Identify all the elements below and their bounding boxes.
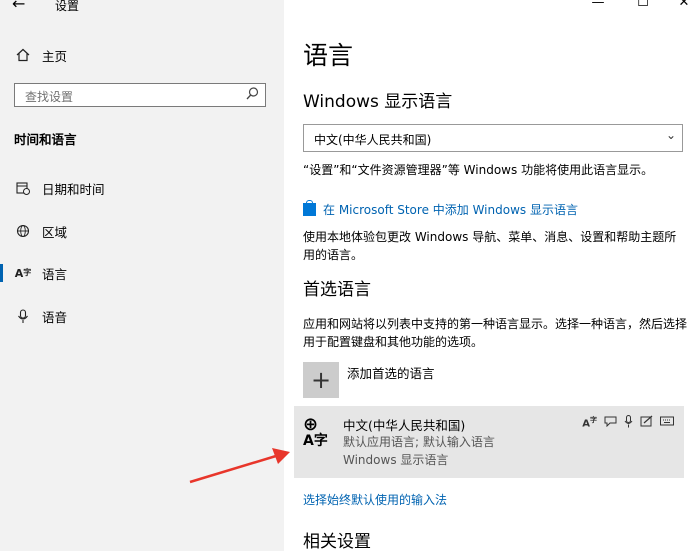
add-language-button[interactable]: + [303,362,339,398]
plus-icon: + [310,366,332,394]
language-icon: A字 [14,266,32,280]
globe-region-icon [14,224,32,238]
section-title: 时间和语言 [14,132,77,147]
keyboard-icon [660,415,674,431]
store-icon [303,200,316,216]
calendar-clock-icon [14,181,32,195]
sidebar-item-language[interactable]: A字 语言 [14,262,67,284]
search-icon[interactable] [246,87,259,104]
language-feature-icons: A字 [582,415,674,431]
sidebar-item-speech[interactable]: 语音 [14,305,67,327]
minimize-button[interactable]: — [588,0,608,10]
speech-icon [604,415,617,431]
store-link[interactable]: 在 Microsoft Store 中添加 Windows 显示语言 [303,200,688,219]
related-settings-heading: 相关设置 [303,532,371,552]
preferred-languages-note: 应用和网站将以列表中支持的第一种语言显示。选择一种语言，然后选择用于配置键盘和其… [303,317,688,349]
close-button[interactable]: ✕ [674,0,694,10]
sidebar-item-region[interactable]: 区域 [14,220,67,242]
maximize-button[interactable]: ☐ [633,0,653,10]
input-method-link[interactable]: 选择始终默认使用的输入法 [303,491,688,509]
display-language-dropdown[interactable]: 中文(中华人民共和国) ⌄ [303,124,683,152]
search-input[interactable]: 查找设置 [14,83,266,107]
display-language-heading: Windows 显示语言 [303,92,453,112]
selected-indicator [0,264,3,282]
display-language-icon: A字 [582,416,597,430]
page-title: 语言 [303,41,354,70]
main-content: — ☐ ✕ 语言 Windows 显示语言 中文(中华人民共和国) ⌄ “设置”… [284,0,700,552]
language-glyph-icon: ⊕ A字 [303,414,328,450]
handwriting-icon [640,415,653,431]
store-link-text[interactable]: 在 Microsoft Store 中添加 Windows 显示语言 [323,203,578,217]
microphone-icon [624,415,633,431]
sidebar-item-label: 语言 [42,266,68,282]
language-detail-2: Windows 显示语言 [343,453,449,467]
back-arrow-icon[interactable]: ← [12,0,25,13]
microphone-icon [14,308,32,324]
search-placeholder: 查找设置 [25,90,74,104]
annotation-arrow [189,448,290,484]
sidebar-item-home[interactable]: 主页 [14,44,67,66]
chevron-down-icon: ⌄ [665,128,676,142]
language-list-item[interactable]: ⊕ A字 中文(中华人民共和国) 默认应用语言; 默认输入语言 Windows … [294,406,684,478]
sidebar-item-label: 主页 [42,48,68,64]
sidebar-item-date-time[interactable]: 日期和时间 [14,177,105,199]
home-icon [14,48,32,62]
add-language-label[interactable]: 添加首选的语言 [347,363,435,382]
store-note: 使用本地体验包更改 Windows 导航、菜单、消息、设置和帮助主题所用的语言。 [303,230,677,262]
dropdown-value: 中文(中华人民共和国) [314,133,432,147]
display-language-note: “设置”和“文件资源管理器”等 Windows 功能将使用此语言显示。 [303,163,654,177]
sidebar-item-label: 日期和时间 [42,181,105,197]
sidebar-item-label: 语音 [42,309,68,325]
preferred-languages-heading: 首选语言 [303,280,371,300]
language-name: 中文(中华人民共和国) [343,418,466,433]
language-detail-1: 默认应用语言; 默认输入语言 [343,435,495,449]
app-title: 设置 [55,0,80,13]
sidebar-item-label: 区域 [42,224,68,240]
